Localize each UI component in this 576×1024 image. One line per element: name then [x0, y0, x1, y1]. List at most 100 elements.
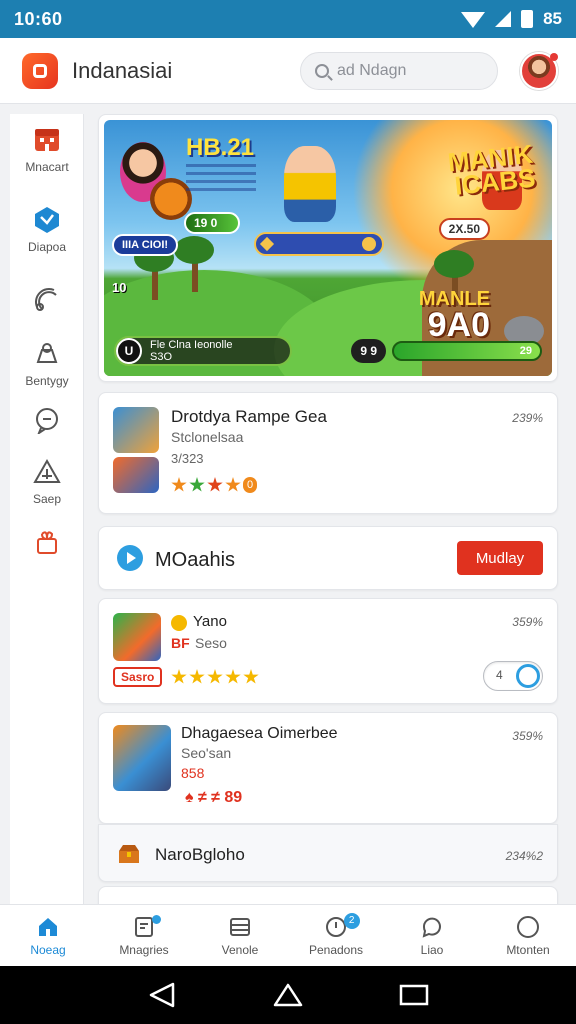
banner-counter: 10	[112, 279, 127, 295]
banner-score-pill: 2X.50	[438, 218, 490, 240]
app-title: Indanasiai	[72, 57, 173, 83]
list-row-title: NaroBgloho	[155, 845, 245, 864]
recents-icon[interactable]	[399, 983, 429, 1007]
section-card: MOaahis Mudlay	[98, 526, 558, 590]
game-thumbnail	[113, 407, 159, 453]
search-input[interactable]: ad Ndagn	[300, 51, 498, 90]
banner-logo: MANIK ICABS	[446, 138, 537, 201]
hud-badge: U	[116, 338, 142, 364]
game-thumbnail	[113, 725, 171, 791]
nav-dot-badge	[151, 915, 161, 924]
character-runner	[284, 146, 336, 222]
game-meta: 858	[181, 765, 205, 781]
play-icon	[117, 545, 143, 571]
hud-meter: 29	[392, 341, 542, 361]
rail-item-puzzle[interactable]: Diapoa	[10, 204, 84, 254]
game-toggle[interactable]: 4	[483, 661, 543, 691]
chat-bubble-icon	[420, 915, 444, 939]
game-card[interactable]: Dhagaesea Oimerbee Seo'san 858 ♠ ≠ ≠ 89 …	[98, 712, 558, 824]
game-tag: Sasro	[113, 667, 163, 687]
game-card[interactable]: Drotdya Rampe Gea Stclonelsaa 3/323 239%…	[98, 392, 558, 514]
banner-headline: HB.21	[186, 134, 255, 161]
star-icon	[207, 477, 223, 492]
star-icon	[243, 669, 259, 684]
nav-item-home[interactable]: Noeag	[0, 905, 96, 966]
banner-green-pill: 19 0	[184, 212, 240, 234]
nav-label: Mtonten	[506, 943, 550, 957]
section-title: MOaahis	[155, 549, 236, 571]
coin-icon	[171, 615, 187, 631]
list-icon	[228, 915, 252, 939]
star-icon	[189, 477, 205, 492]
banner-hud: U Fle Clna Ieonolle S3O	[114, 336, 292, 366]
rail-item-satellite[interactable]	[10, 284, 84, 316]
chest-icon	[119, 845, 139, 863]
rating-stars: 0	[171, 477, 257, 493]
nav-item-chat[interactable]: Liao	[384, 905, 480, 966]
nav-item-documents[interactable]: Mnagries	[96, 905, 192, 966]
star-icon	[189, 669, 205, 684]
nav-count-badge: 2	[343, 913, 360, 929]
game-meta: 3/323	[171, 451, 204, 466]
search-icon	[315, 63, 329, 78]
chat-icon	[31, 404, 63, 436]
rail-item-bag[interactable]: Bentygy	[10, 338, 84, 388]
battery-level: 85	[543, 9, 562, 28]
system-nav-bar	[0, 966, 576, 1024]
triangle-icon	[31, 456, 63, 488]
nav-item-clock[interactable]: 2 Penadons	[288, 905, 384, 966]
game-thumbnail-secondary	[113, 457, 159, 493]
rail-item-chat[interactable]	[10, 404, 84, 436]
nav-label: Penadons	[308, 943, 364, 957]
game-subtitle: Seso	[195, 635, 227, 651]
game-prefix: BF	[171, 635, 190, 651]
list-row-percent: 234%2	[505, 849, 543, 863]
nav-label: Noeag	[30, 943, 66, 957]
search-placeholder: ad Ndagn	[337, 61, 407, 79]
home-icon	[36, 915, 60, 939]
game-percent: 359%	[512, 615, 543, 629]
battery-icon	[521, 10, 534, 28]
section-action-button[interactable]: Mudlay	[457, 541, 543, 575]
wifi-icon	[461, 12, 486, 28]
banner-hud-right: 9 9 29	[351, 338, 542, 364]
hud-text: Fle Clna Ieonolle	[150, 339, 233, 351]
app-bar: Indanasiai ad Ndagn	[0, 38, 576, 104]
game-subtitle: Seo'san	[181, 745, 232, 761]
game-percent: 239%	[512, 411, 543, 425]
back-icon[interactable]	[147, 981, 177, 1009]
rail-item-triangle[interactable]: Saep	[10, 456, 84, 506]
rating-badge: 0	[243, 477, 257, 493]
app-logo-icon[interactable]	[22, 52, 58, 89]
game-subtitle: Stclonelsaa	[171, 429, 244, 445]
rail-label: Mnacart	[25, 160, 69, 174]
list-row-partial	[98, 886, 558, 906]
game-card[interactable]: Yano BF Seso 359% Sasro 4	[98, 598, 558, 704]
banner-blue-pill: IIIA CIOI!	[112, 234, 179, 256]
rail-item-store[interactable]: Mnacart	[10, 124, 84, 174]
rail-label: Saep	[32, 492, 62, 506]
rail-label: Bentygy	[25, 374, 69, 388]
avatar[interactable]	[520, 51, 558, 90]
rail-item-gift[interactable]	[10, 526, 84, 558]
nav-item-more[interactable]: Mtonten	[480, 905, 576, 966]
game-title: Drotdya Rampe Gea	[171, 407, 327, 426]
list-row[interactable]: NaroBgloho 234%2	[98, 824, 558, 882]
nav-item-list[interactable]: Venole	[192, 905, 288, 966]
nav-label: Liao	[420, 943, 444, 957]
featured-banner[interactable]: HB.21 19 0 IIIA CIOI! 10 MANIK ICABS 2X.…	[98, 114, 558, 382]
star-icon	[207, 669, 223, 684]
satellite-icon	[31, 284, 63, 316]
hud-sub: S3O	[150, 351, 173, 363]
nav-label: Venole	[221, 943, 259, 957]
home-button-icon[interactable]	[272, 981, 304, 1009]
star-icon	[225, 477, 241, 492]
game-thumbnail	[113, 613, 161, 661]
star-icon	[225, 669, 241, 684]
rating-stars	[171, 669, 259, 685]
circle-icon	[516, 915, 540, 939]
bottom-nav: Noeag Mnagries Venole 2 Penadons Liao Mt…	[0, 904, 576, 966]
status-bar: 10:60 85	[0, 0, 576, 38]
hud-chip: 9 9	[351, 339, 386, 363]
toggle-label: 4	[496, 668, 503, 682]
